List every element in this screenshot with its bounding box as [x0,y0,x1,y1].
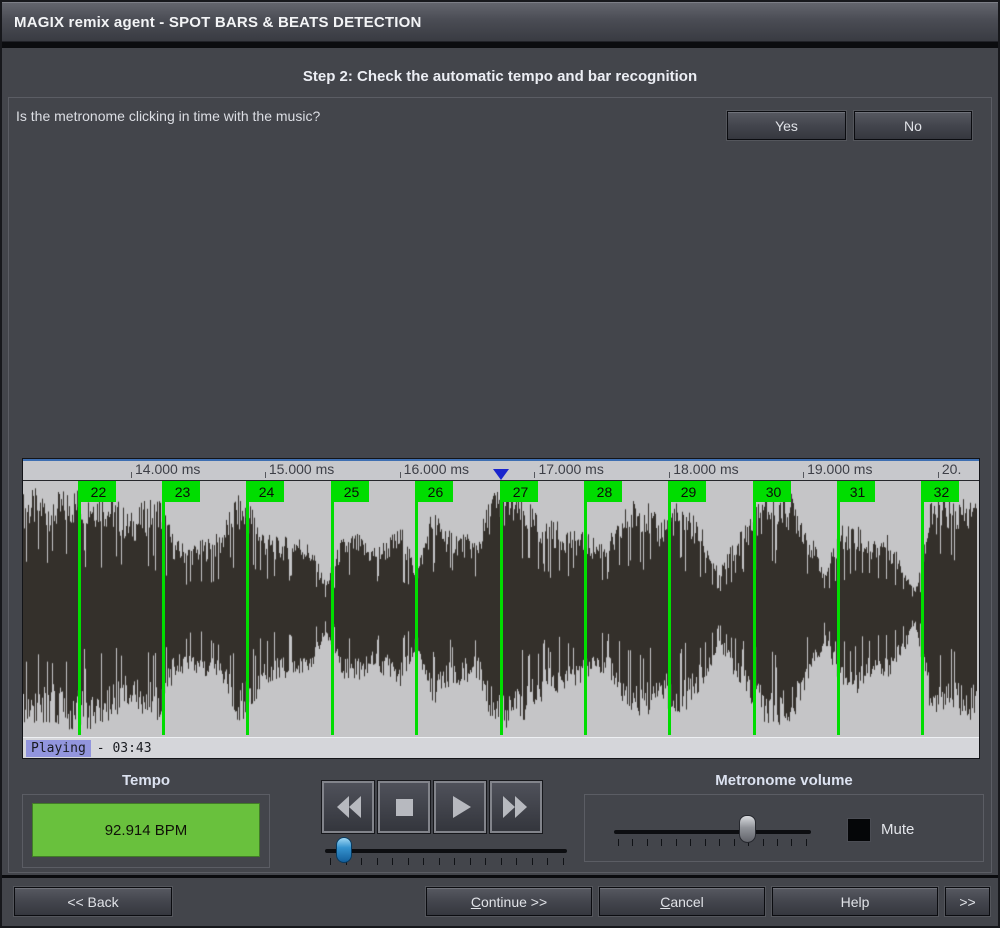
rewind-icon [332,791,364,823]
playback-status-bar: Playing - 03:43 [23,737,979,758]
bar-number: 29 [671,481,706,502]
playback-time: - 03:43 [97,741,152,756]
forward-button[interactable]: >> [945,887,990,916]
bar-marker[interactable]: 25 [331,481,334,735]
mute-checkbox[interactable] [847,818,871,842]
dialog-window: MAGIX remix agent - SPOT BARS & BEATS DE… [0,0,1000,928]
playhead-marker-icon[interactable] [493,469,509,480]
bar-number: 25 [334,481,369,502]
waveform-display[interactable]: 22 23 24 25 26 27 28 29 30 31 32 [23,481,979,735]
timeline-label: 16.000 ms [400,462,469,478]
rewind-button[interactable] [322,781,374,833]
bar-marker[interactable]: 29 [668,481,671,735]
bar-marker[interactable]: 30 [753,481,756,735]
timeline-label: 14.000 ms [131,462,200,478]
bar-marker[interactable]: 24 [246,481,249,735]
bar-marker[interactable]: 31 [837,481,840,735]
bar-marker[interactable]: 23 [162,481,165,735]
bar-number: 30 [756,481,791,502]
bar-number: 22 [81,481,116,502]
timeline-label: 18.000 ms [669,462,738,478]
tempo-groupbox: 92.914 BPM [22,794,270,868]
footer-divider [2,875,998,878]
bar-marker[interactable]: 32 [921,481,924,735]
bar-marker[interactable]: 22 [78,481,81,735]
window-title: MAGIX remix agent - SPOT BARS & BEATS DE… [14,14,422,31]
bar-number: 32 [924,481,959,502]
bar-marker[interactable]: 26 [415,481,418,735]
transport-slider-ticks [330,858,564,865]
title-bar[interactable]: MAGIX remix agent - SPOT BARS & BEATS DE… [2,2,998,42]
timeline-label: 17.000 ms [534,462,603,478]
bar-number: 31 [840,481,875,502]
question-text: Is the metronome clicking in time with t… [16,108,320,124]
back-button[interactable]: << Back [14,887,172,916]
stop-button[interactable] [378,781,430,833]
timeline-label: 15.000 ms [265,462,334,478]
metronome-heading: Metronome volume [584,772,984,789]
fast-forward-icon [500,791,532,823]
metronome-volume-slider-handle[interactable] [739,815,756,843]
transport-slider-handle[interactable] [336,837,352,863]
yes-button[interactable]: Yes [727,111,846,140]
no-button[interactable]: No [854,111,972,140]
help-button[interactable]: Help [772,887,938,916]
metronome-slider-ticks [618,839,807,846]
continue-button[interactable]: Continue >> [426,887,592,916]
play-button[interactable] [434,781,486,833]
step-title: Step 2: Check the automatic tempo and ba… [2,68,998,85]
stop-icon [388,791,420,823]
bar-number: 24 [249,481,284,502]
bpm-value: 92.914 BPM [32,803,260,857]
tempo-heading: Tempo [22,772,270,789]
timeline-label: 19.000 ms [803,462,872,478]
bar-number: 28 [587,481,622,502]
play-icon [444,791,476,823]
timeline-label: 20. [938,462,961,478]
metronome-groupbox [584,794,984,862]
bar-number: 23 [165,481,200,502]
timeline-ruler[interactable]: 14.000 ms 15.000 ms 16.000 ms 17.000 ms 18.0… [23,459,979,481]
bar-number: 26 [418,481,453,502]
titlebar-separator [2,42,998,48]
cancel-button[interactable]: Cancel [599,887,765,916]
bar-number: 27 [503,481,538,502]
fast-forward-button[interactable] [490,781,542,833]
status-badge: Playing [26,740,91,757]
bar-marker[interactable]: 27 [500,481,503,735]
mute-label: Mute [881,821,914,838]
transport-slider-track[interactable] [325,849,567,853]
metronome-volume-slider-track[interactable] [614,830,811,834]
waveform-panel: 14.000 ms 15.000 ms 16.000 ms 17.000 ms 18.0… [22,458,980,759]
bar-marker[interactable]: 28 [584,481,587,735]
